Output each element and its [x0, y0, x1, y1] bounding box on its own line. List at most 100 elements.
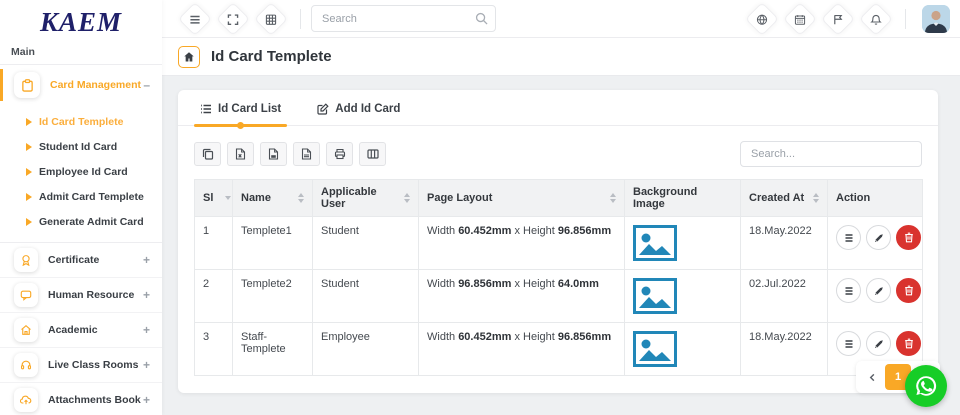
column-header-action[interactable]: Action — [828, 180, 923, 217]
whatsapp-icon — [913, 373, 939, 399]
cell-actions — [828, 217, 923, 270]
details-button[interactable] — [836, 331, 861, 356]
export-excel-button[interactable] — [227, 142, 254, 166]
tab-id-card-list[interactable]: Id Card List — [200, 103, 281, 125]
brand-logo[interactable]: KAEM — [0, 0, 162, 40]
calendar-button[interactable] — [783, 2, 817, 36]
sidebar-item-generate-admit-card[interactable]: Generate Admit Card — [26, 209, 162, 234]
sidebar-group-academic[interactable]: Academic + — [0, 313, 162, 348]
brand-logo-text: KAEM — [40, 7, 122, 38]
print-button[interactable] — [326, 142, 353, 166]
apps-grid-button[interactable] — [254, 2, 288, 36]
clipboard-icon — [14, 72, 40, 98]
cell-sl: 1 — [195, 217, 233, 270]
table-row: 2 Templete2 Student Width 96.856mm x Hei… — [195, 270, 923, 323]
expand-indicator[interactable]: + — [143, 323, 150, 337]
calendar-icon — [795, 13, 806, 24]
cell-page-layout: Width 96.856mm x Height 64.0mm — [419, 270, 625, 323]
chevron-left-icon — [868, 373, 877, 382]
hamburger-icon — [844, 286, 854, 296]
collapse-indicator[interactable]: – — [143, 78, 150, 92]
file-excel-icon — [235, 148, 246, 160]
image-icon[interactable] — [633, 278, 732, 314]
columns-icon — [367, 148, 379, 160]
tab-add-id-card[interactable]: Add Id Card — [317, 103, 400, 125]
table-row: 1 Templete1 Student Width 60.452mm x Hei… — [195, 217, 923, 270]
sidebar-item-id-card-templete[interactable]: Id Card Templete — [26, 109, 162, 134]
expand-indicator[interactable]: + — [143, 253, 150, 267]
sidebar-item-employee-id-card[interactable]: Employee Id Card — [26, 159, 162, 184]
sidebar-group-card-management[interactable]: Card Management – — [0, 65, 162, 105]
delete-button[interactable] — [896, 278, 921, 303]
column-visibility-button[interactable] — [359, 142, 386, 166]
home-button[interactable] — [178, 46, 200, 68]
expand-indicator[interactable]: + — [143, 393, 150, 407]
sort-icon — [292, 193, 304, 203]
column-header-sl[interactable]: Sl — [195, 180, 233, 217]
column-header-page-layout[interactable]: Page Layout — [419, 180, 625, 217]
menu-toggle-button[interactable] — [178, 2, 212, 36]
export-pdf-button[interactable] — [293, 142, 320, 166]
sidebar-group-certificate[interactable]: Certificate + — [0, 243, 162, 278]
previous-page-button[interactable] — [859, 364, 885, 390]
cell-created-at: 18.May.2022 — [741, 217, 828, 270]
flag-button[interactable] — [821, 2, 855, 36]
delete-button[interactable] — [896, 331, 921, 356]
cloud-upload-icon — [14, 388, 38, 412]
divider — [905, 9, 906, 29]
cell-sl: 2 — [195, 270, 233, 323]
edit-button[interactable] — [866, 225, 891, 250]
column-header-created-at[interactable]: Created At — [741, 180, 828, 217]
sort-icon — [219, 196, 231, 200]
language-button[interactable] — [745, 2, 779, 36]
chat-icon — [14, 283, 38, 307]
sidebar-group-attachments-book[interactable]: Attachments Book + — [0, 383, 162, 415]
expand-indicator[interactable]: + — [143, 288, 150, 302]
cell-user: Student — [313, 270, 419, 323]
copy-button[interactable] — [194, 142, 221, 166]
topbar-right — [743, 5, 950, 33]
image-icon[interactable] — [633, 225, 732, 261]
cell-user: Student — [313, 217, 419, 270]
bell-icon — [871, 13, 882, 24]
image-icon[interactable] — [633, 331, 732, 367]
table-search-input[interactable] — [740, 141, 922, 167]
notifications-button[interactable] — [859, 2, 893, 36]
headset-icon — [14, 353, 38, 377]
column-header-applicable-user[interactable]: Applicable User — [313, 180, 419, 217]
column-header-name[interactable]: Name — [233, 180, 313, 217]
delete-button[interactable] — [896, 225, 921, 250]
cell-user: Employee — [313, 323, 419, 376]
sort-icon — [604, 193, 616, 203]
whatsapp-button[interactable] — [905, 365, 947, 407]
details-button[interactable] — [836, 225, 861, 250]
user-avatar[interactable] — [922, 5, 950, 33]
sort-icon — [807, 193, 819, 203]
card-tabs: Id Card List Add Id Card — [178, 90, 938, 126]
fullscreen-button[interactable] — [216, 2, 250, 36]
hamburger-icon — [190, 13, 201, 24]
fullscreen-icon — [228, 13, 239, 24]
edit-button[interactable] — [866, 331, 891, 356]
sidebar-group-human-resource[interactable]: Human Resource + — [0, 278, 162, 313]
sidebar-group-live-class-rooms[interactable]: Live Class Rooms + — [0, 348, 162, 383]
table-row: 3 Staff-Templete Employee Width 60.452mm… — [195, 323, 923, 376]
pen-icon — [874, 339, 884, 349]
export-csv-button[interactable] — [260, 142, 287, 166]
search-input[interactable] — [311, 5, 496, 32]
content-card: Id Card List Add Id Card — [178, 90, 938, 393]
column-header-background-image[interactable]: Background Image — [625, 180, 741, 217]
sidebar-item-student-id-card[interactable]: Student Id Card — [26, 134, 162, 159]
cell-actions — [828, 270, 923, 323]
edit-button[interactable] — [866, 278, 891, 303]
sidebar-group-label: Card Management — [50, 79, 143, 91]
details-button[interactable] — [836, 278, 861, 303]
cell-background-image — [625, 217, 741, 270]
search-icon — [475, 12, 488, 25]
edit-icon — [317, 103, 329, 115]
expand-indicator[interactable]: + — [143, 358, 150, 372]
cell-created-at: 02.Jul.2022 — [741, 270, 828, 323]
copy-icon — [202, 148, 214, 160]
sidebar-item-admit-card-templete[interactable]: Admit Card Templete — [26, 184, 162, 209]
hamburger-icon — [844, 233, 854, 243]
